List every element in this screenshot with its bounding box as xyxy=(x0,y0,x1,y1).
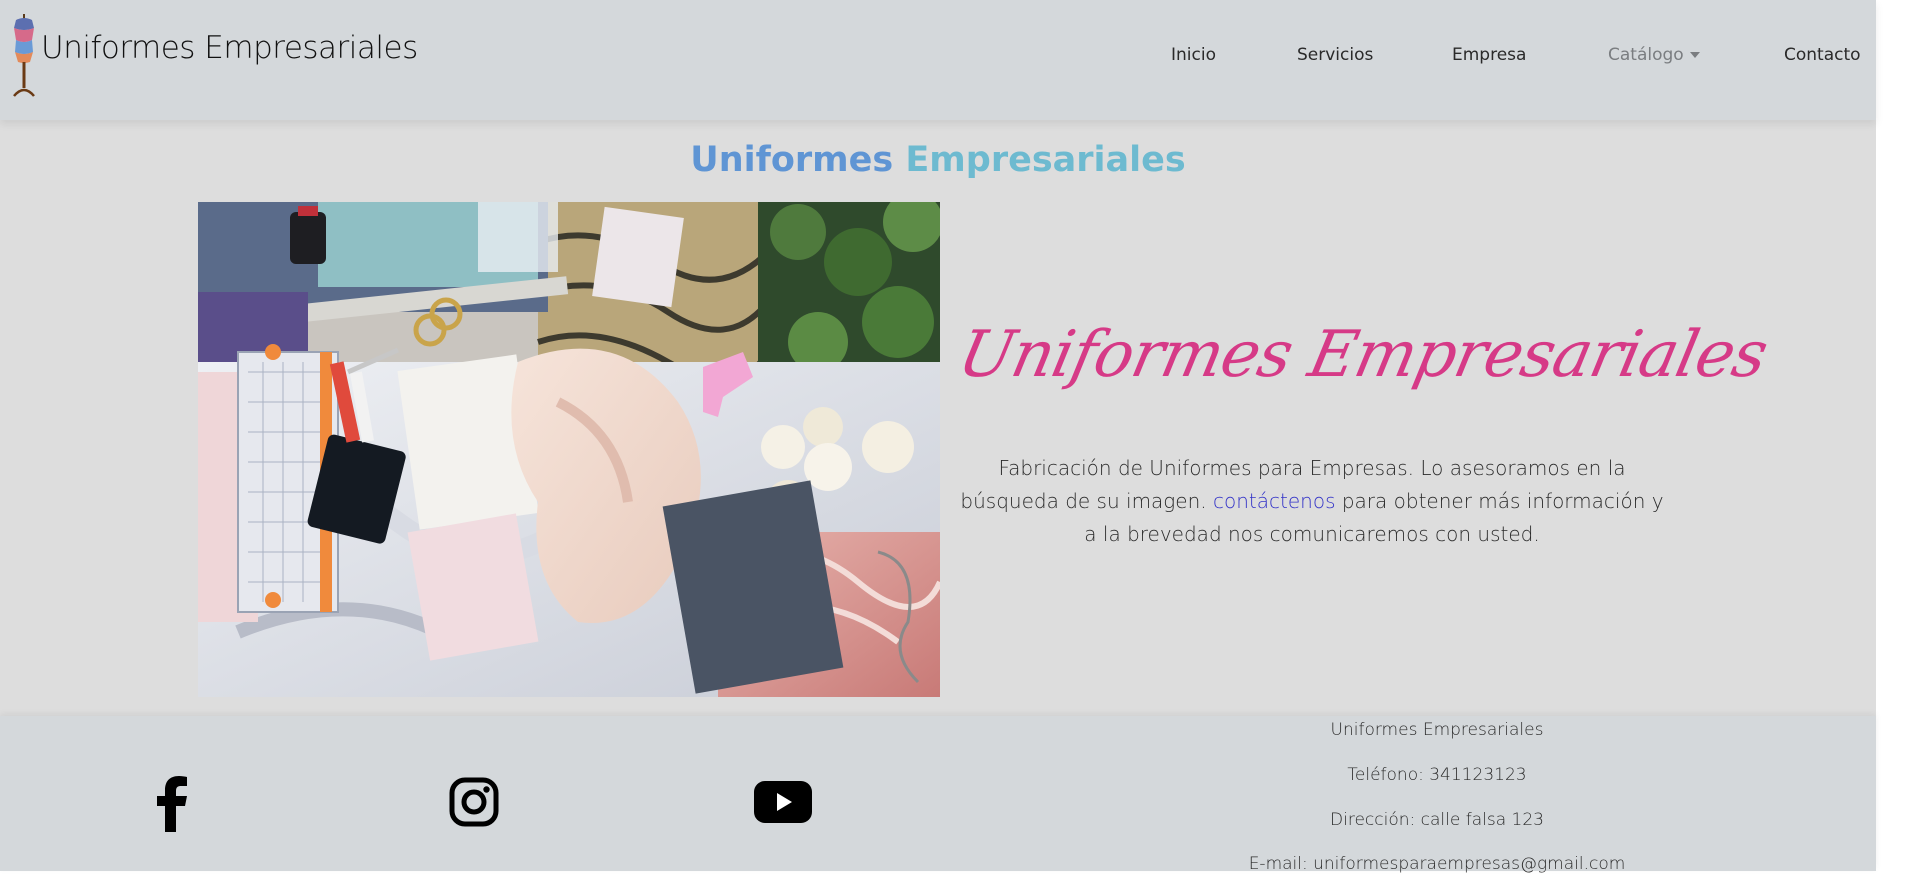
footer-company: Uniformes Empresariales xyxy=(1330,720,1544,740)
nav-link-servicios[interactable]: Servicios xyxy=(1297,45,1373,65)
footer-address: Dirección: calle falsa 123 xyxy=(1330,810,1544,830)
footer-phone: Teléfono: 341123123 xyxy=(1347,765,1527,785)
contact-link[interactable]: contáctenos xyxy=(1213,489,1335,513)
footer-email[interactable]: E-mail: uniformesparaempresas@gmail.com xyxy=(1140,854,1734,874)
intro-text: Fabricación de Uniformes para Empresas. … xyxy=(958,452,1666,551)
instagram-icon[interactable] xyxy=(449,777,499,827)
brand-name[interactable]: Uniformes Empresariales xyxy=(41,30,418,66)
sewing-supplies-photo xyxy=(198,202,940,697)
navbar: Uniformes Empresariales Inicio Servicios… xyxy=(0,0,1876,120)
nav-link-empresa[interactable]: Empresa xyxy=(1452,45,1526,65)
mannequin-logo-icon[interactable] xyxy=(10,14,38,98)
footer: Uniformes Empresariales Teléfono: 341123… xyxy=(0,716,1876,874)
facebook-icon[interactable] xyxy=(155,776,191,832)
nav-dropdown-catalogo-label: Catálogo xyxy=(1608,45,1684,65)
nav-dropdown-catalogo[interactable]: Catálogo xyxy=(1608,45,1700,65)
caret-down-icon xyxy=(1689,52,1700,58)
script-title: Uniformes Empresariales xyxy=(952,318,1774,392)
nav-link-contacto[interactable]: Contacto xyxy=(1784,45,1861,65)
page-title-word-2: Empresariales xyxy=(905,140,1186,180)
youtube-icon[interactable] xyxy=(754,781,812,823)
page: Uniformes Empresariales Inicio Servicios… xyxy=(0,0,1876,874)
page-title-word-1: Uniformes xyxy=(690,140,894,180)
page-title: Uniformes Empresariales xyxy=(0,140,1876,180)
nav-link-inicio[interactable]: Inicio xyxy=(1171,45,1216,65)
